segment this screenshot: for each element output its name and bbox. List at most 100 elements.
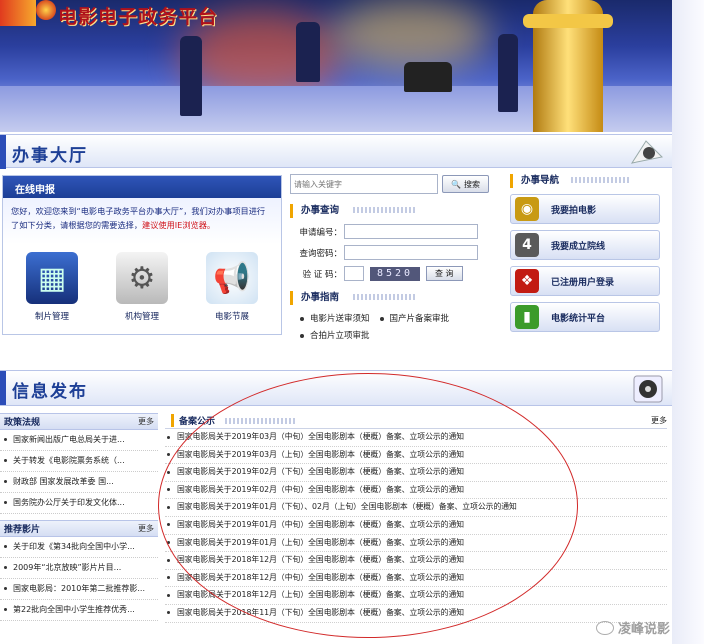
list-item[interactable]: 国家电影局关于2018年12月（上旬）全国电影剧本（梗概）备案、立项公示的通知 [165,587,667,605]
welcome-intro: 您好，欢迎您来到“电影电子政务平台办事大厅”，我们对办事项目进行了如下分类，请根… [11,206,266,230]
application-number-label: 申请编号： [299,227,342,238]
filing-title-text: 备案公示 [179,417,216,427]
megaphone-icon: 📢 [206,252,258,304]
query-password-input[interactable] [344,245,478,260]
list-item[interactable]: 国家新闻出版广电总局关于进... [0,430,158,451]
organization-management-label: 机构管理 [124,312,159,322]
page-edge [672,0,704,644]
list-item[interactable]: 国家电影局关于2018年11月（下旬）全国电影剧本（梗概）备案、立项公示的通知 [165,605,667,623]
banner-decoration [0,0,36,26]
list-item[interactable]: 第22批向全国中小学生推荐优秀... [0,600,158,621]
guide-item[interactable]: 合拍片立项审批 [300,331,370,341]
search-button-label: 搜索 [463,179,480,189]
list-item[interactable]: 国家电影局关于2019年01月（中旬）全国电影剧本（梗概）备案、立项公示的通知 [165,517,667,535]
query-button[interactable]: 查 询 [426,266,463,281]
gear-box-icon: ⚙ [116,252,168,304]
policy-more-link[interactable]: 更多 [138,416,154,427]
list-item[interactable]: 国务院办公厅关于印发文化体... [0,493,158,514]
hall-section-bar: 办事大厅 [0,134,672,169]
list-item[interactable]: 国家电影局关于2019年02月（下旬）全国电影剧本（梗概）备案、立项公示的通知 [165,464,667,482]
list-item[interactable]: 关于印发《第34批向全国中小学... [0,537,158,558]
search-button[interactable]: 🔍 搜索 [442,175,489,193]
query-title-text: 办事查询 [301,205,340,216]
query-password-row: 查询密码： [290,245,500,260]
recommend-title: 推荐影片 [4,525,41,535]
clapperboard-icon [404,62,452,92]
establish-cinema-line-label: 我要成立院线 [551,241,606,252]
user-login-icon: ❖ [515,269,539,293]
registered-user-login-button[interactable]: ❖ 已注册用户登录 [510,266,660,296]
search-icon: 🔍 [451,179,461,189]
application-number-row: 申请编号： [290,224,500,239]
application-number-input[interactable] [344,224,478,239]
filing-title: 备案公示 [171,414,296,427]
list-item[interactable]: 财政部 国家发展改革委 国... [0,472,158,493]
recommend-more-link[interactable]: 更多 [138,523,154,534]
query-column: 🔍搜索 办事查询 申请编号： 查询密码： 验 证 码： 8520 查 询 办事指… [290,174,500,349]
list-item[interactable]: 国家电影局关于2018年12月（下旬）全国电影剧本（梗概）备案、立项公示的通知 [165,552,667,570]
site-title: 电影电子政务平台 [58,6,219,28]
film-statistics-platform-label: 电影统计平台 [551,313,606,324]
film-countdown-icon: 4 [515,233,539,257]
policy-header: 政策法规 更多 [0,413,158,430]
watermark-text: 凌峰说影 [618,622,671,637]
filing-more-link[interactable]: 更多 [651,415,667,426]
query-password-label: 查询密码： [299,248,342,259]
search-input[interactable] [290,174,438,194]
make-film-button[interactable]: ◉ 我要拍电影 [510,194,660,224]
online-application-title: 在线申报 [3,176,281,198]
guide-item[interactable]: 国产片备案审批 [379,314,449,324]
browser-hint: 建议使用IE浏览器。 [142,220,216,230]
establish-cinema-line-button[interactable]: 4 我要成立院线 [510,230,660,260]
search-bar: 🔍搜索 [290,174,500,194]
list-item[interactable]: 2009年“北京放映”影片片目... [0,558,158,579]
captcha-label: 验 证 码： [302,269,342,280]
film-festival-label: 电影节展 [214,312,249,322]
film-festival-item[interactable]: 📢 电影节展 [192,252,272,322]
hall-section-title: 办事大厅 [0,135,88,169]
recommend-list-panel: 推荐影片 更多 关于印发《第34批向全国中小学... 2009年“北京放映”影片… [0,520,158,621]
list-item[interactable]: 国家电影局关于2019年03月（上旬）全国电影剧本（梗概）备案、立项公示的通知 [165,447,667,465]
production-management-item[interactable]: ▦ 制片管理 [12,252,92,322]
policy-title: 政策法规 [4,418,41,428]
online-application-panel: 在线申报 您好，欢迎您来到“电影电子政务平台办事大厅”，我们对办事项目进行了如下… [2,175,282,335]
cameraman-figure [180,36,202,116]
guide-section-title: 办事指南 [290,291,500,305]
film-reel-icon: ◉ [515,197,539,221]
list-item[interactable]: 国家电影局：2010年第二批推荐影... [0,579,158,600]
list-item[interactable]: 国家电影局关于2019年01月（下旬）、02月（上旬）全国电影剧本（梗概）备案、… [165,499,667,517]
recommend-header: 推荐影片 更多 [0,520,158,537]
service-navigation: 办事导航 ◉ 我要拍电影 4 我要成立院线 ❖ 已注册用户登录 ▮ 电影统计平台 [510,174,660,339]
registered-user-login-label: 已注册用户登录 [551,277,615,288]
film-strip-icon [630,140,664,164]
list-item[interactable]: 国家电影局关于2019年03月（中旬）全国电影剧本（梗概）备案、立项公示的通知 [165,429,667,447]
query-section-title: 办事查询 [290,204,500,218]
captcha-image[interactable]: 8520 [370,266,420,281]
nav-title-text: 办事导航 [521,175,560,186]
guide-title-text: 办事指南 [301,292,340,303]
list-item[interactable]: 国家电影局关于2019年02月（中旬）全国电影剧本（梗概）备案、立项公示的通知 [165,482,667,500]
watermark: 凌峰说影 [596,618,670,637]
bar-chart-icon: ▮ [515,305,539,329]
film-reel-icon [633,375,663,403]
make-film-label: 我要拍电影 [551,205,597,216]
info-section-bar: 信息发布 [0,370,672,406]
director-figure [498,34,518,112]
guide-list: 电影片送审须知 国产片备案审批 合拍片立项审批 [290,311,500,345]
guide-item[interactable]: 电影片送审须知 [300,314,370,324]
captcha-input[interactable] [344,266,364,281]
list-item[interactable]: 关于转发《电影院票务系统（... [0,451,158,472]
camera-crane-figure [296,22,320,82]
welcome-text: 您好，欢迎您来到“电影电子政务平台办事大厅”，我们对办事项目进行了如下分类，请根… [3,198,281,244]
list-item[interactable]: 国家电影局关于2019年01月（上旬）全国电影剧本（梗概）备案、立项公示的通知 [165,535,667,553]
organization-management-item[interactable]: ⚙ 机构管理 [102,252,182,322]
film-reel-icon: ▦ [26,252,78,304]
huabiao-pillar [523,0,613,132]
nav-title: 办事导航 [510,174,660,188]
film-statistics-platform-button[interactable]: ▮ 电影统计平台 [510,302,660,332]
national-emblem-icon [36,0,56,20]
weibo-logo-icon [596,620,614,635]
policy-list-panel: 政策法规 更多 国家新闻出版广电总局关于进... 关于转发《电影院票务系统（..… [0,413,158,514]
list-item[interactable]: 国家电影局关于2018年12月（中旬）全国电影剧本（梗概）备案、立项公示的通知 [165,570,667,588]
filing-announcement-panel: 备案公示 更多 国家电影局关于2019年03月（中旬）全国电影剧本（梗概）备案、… [165,413,667,623]
